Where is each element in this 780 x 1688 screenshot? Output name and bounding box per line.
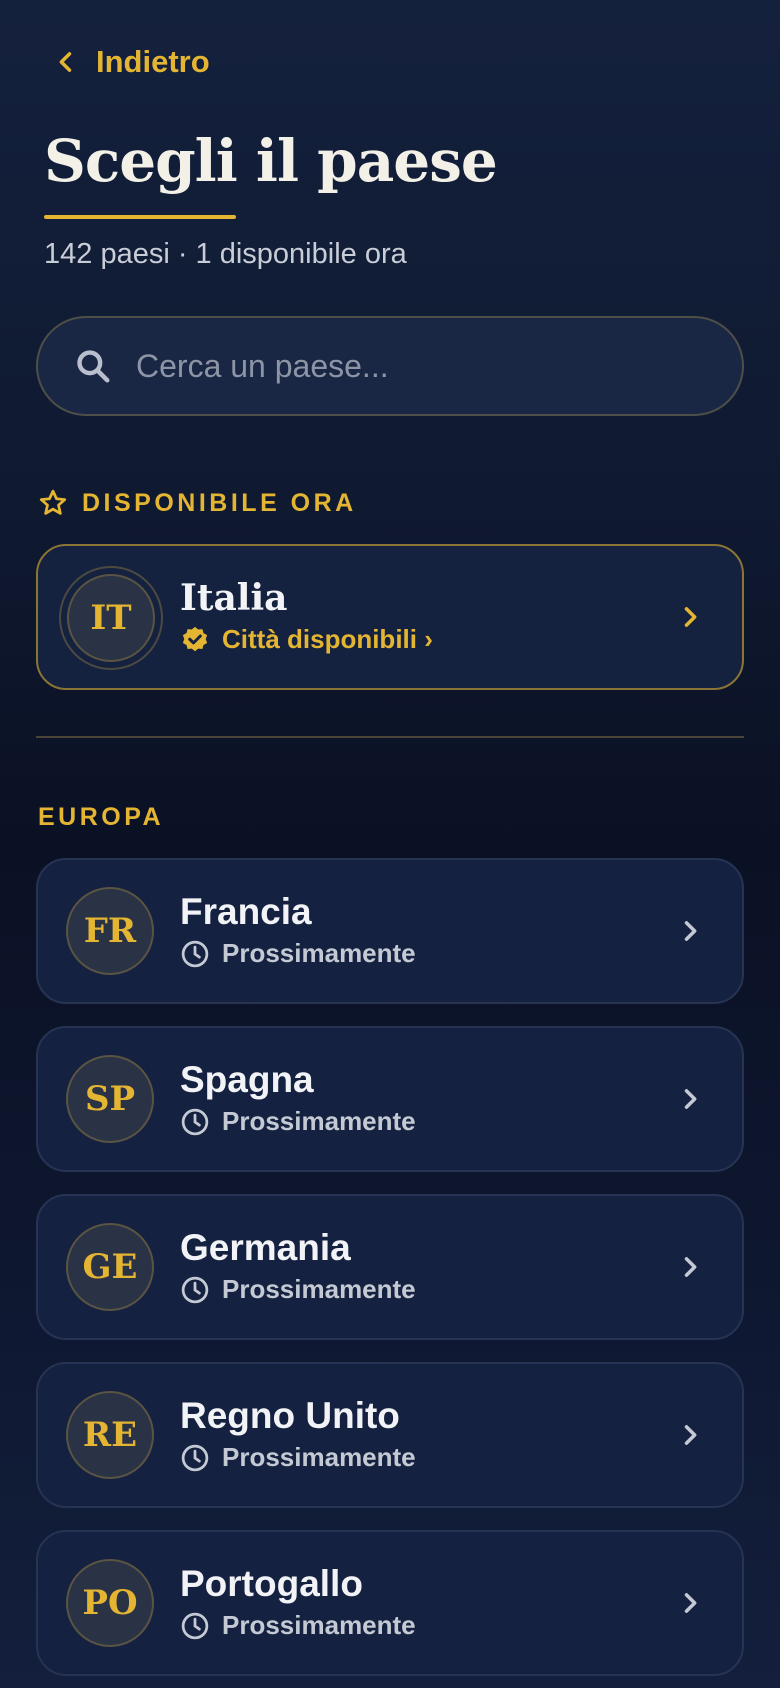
country-name: Francia (180, 891, 312, 932)
country-code-badge: PO (66, 1559, 154, 1647)
section-title: EUROPA (38, 803, 165, 831)
country-name: Portogallo (180, 1563, 363, 1604)
star-icon (39, 489, 67, 515)
country-status: Prossimamente (180, 1106, 416, 1137)
section-divider (36, 736, 744, 738)
page-subtitle: 142 paesi · 1 disponibile ora (44, 238, 407, 270)
country-badge-ring: IT (59, 566, 163, 670)
country-status: Prossimamente (180, 1274, 416, 1305)
title-underline (44, 215, 236, 219)
country-status: Prossimamente (180, 938, 416, 969)
country-code-badge: FR (66, 887, 154, 975)
chevron-right-icon (684, 1425, 697, 1445)
back-label: Indietro (96, 44, 210, 79)
country-name: Spagna (180, 1059, 314, 1100)
chevron-right-icon (684, 1089, 697, 1109)
status-label: Prossimamente (222, 1610, 416, 1640)
search-input[interactable] (136, 347, 696, 385)
chevron-right-icon (684, 1593, 697, 1613)
section-header-available: DISPONIBILE ORA (38, 488, 357, 518)
back-button[interactable]: Indietro (52, 40, 210, 84)
status-label: Prossimamente (222, 1106, 416, 1136)
country-card-italia[interactable]: IT Italia Città disponibili › (36, 544, 744, 690)
clock-icon (181, 1108, 209, 1135)
clock-icon (181, 1612, 209, 1639)
search-bar[interactable] (36, 316, 744, 416)
country-code-badge: IT (67, 574, 155, 662)
status-label: Prossimamente (222, 1442, 416, 1472)
status-label: Prossimamente (222, 1274, 416, 1304)
clock-icon (181, 1444, 209, 1471)
page-title: Scegli il paese (44, 127, 498, 195)
country-code-badge: GE (66, 1223, 154, 1311)
country-card-portogallo[interactable]: PO Portogallo Prossimamente (36, 1530, 744, 1676)
country-name: Germania (180, 1227, 351, 1268)
country-status: Prossimamente (180, 1442, 416, 1473)
country-card-francia[interactable]: FR Francia Prossimamente (36, 858, 744, 1004)
clock-icon (181, 940, 209, 967)
country-card-regno-unito[interactable]: RE Regno Unito Prossimamente (36, 1362, 744, 1508)
country-name: Regno Unito (180, 1395, 400, 1436)
country-status: Prossimamente (180, 1610, 416, 1641)
country-status: Città disponibili › (180, 624, 433, 655)
chevron-right-icon (684, 1257, 697, 1277)
chevron-left-icon (59, 52, 72, 72)
country-card-spagna[interactable]: SP Spagna Prossimamente (36, 1026, 744, 1172)
country-card-germania[interactable]: GE Germania Prossimamente (36, 1194, 744, 1340)
clock-icon (181, 1276, 209, 1303)
chevron-right-icon (684, 921, 697, 941)
section-header-europa: EUROPA (38, 803, 164, 832)
status-label: Città disponibili › (222, 624, 433, 654)
search-icon (77, 350, 110, 383)
country-name: Italia (180, 577, 288, 619)
verified-badge-icon (182, 626, 208, 651)
country-code-badge: RE (66, 1391, 154, 1479)
section-title: DISPONIBILE ORA (82, 488, 357, 517)
chevron-right-icon (684, 607, 697, 627)
country-code-badge: SP (66, 1055, 154, 1143)
status-label: Prossimamente (222, 938, 416, 968)
